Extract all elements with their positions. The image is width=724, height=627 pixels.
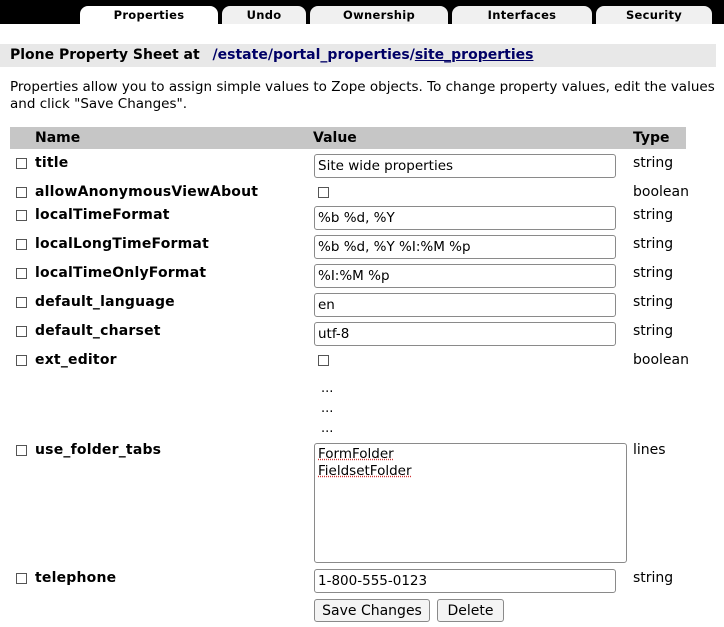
select-checkbox[interactable] (16, 445, 27, 456)
property-value-textarea[interactable]: FormFolder FieldsetFolder (314, 443, 627, 563)
property-type: string (633, 236, 674, 252)
property-type: string (633, 570, 674, 586)
property-name: title (35, 155, 69, 171)
property-value-input[interactable] (314, 235, 616, 259)
select-checkbox[interactable] (16, 210, 27, 221)
select-checkbox[interactable] (16, 297, 27, 308)
tab-bar: Properties Undo Ownership Interfaces Sec… (0, 0, 724, 24)
save-changes-button[interactable]: Save Changes (314, 599, 430, 622)
breadcrumb-site-properties[interactable]: site_properties (415, 47, 534, 63)
tab-ownership[interactable]: Ownership (310, 6, 448, 24)
select-checkbox[interactable] (16, 268, 27, 279)
delete-button[interactable]: Delete (437, 599, 504, 622)
property-name: localTimeOnlyFormat (35, 265, 207, 281)
property-type: string (633, 207, 674, 223)
ellipsis-text: ... (321, 401, 334, 416)
property-type: boolean (633, 184, 689, 200)
ellipsis-text: ... (321, 381, 334, 396)
breadcrumb: /estate/portal_properties/site_propertie… (213, 47, 534, 63)
property-type: string (633, 323, 674, 339)
tab-properties[interactable]: Properties (80, 6, 218, 24)
column-type-header: Type (633, 130, 670, 146)
select-checkbox[interactable] (16, 573, 27, 584)
property-name: localTimeFormat (35, 207, 170, 223)
property-name: allowAnonymousViewAbout (35, 184, 259, 200)
textarea-line: FieldsetFolder (318, 463, 412, 479)
property-name: default_charset (35, 323, 161, 339)
property-name: telephone (35, 570, 117, 586)
property-type: lines (633, 442, 666, 458)
page-title-text: Plone Property Sheet at (10, 47, 200, 63)
column-value-header: Value (313, 130, 357, 146)
table-header: Name Value Type (10, 127, 686, 149)
select-checkbox[interactable] (16, 187, 27, 198)
select-checkbox[interactable] (16, 326, 27, 337)
property-value-input[interactable] (314, 264, 616, 288)
select-checkbox[interactable] (16, 239, 27, 250)
property-value-checkbox[interactable] (318, 187, 329, 198)
tab-interfaces[interactable]: Interfaces (452, 6, 592, 24)
property-type: string (633, 294, 674, 310)
select-checkbox[interactable] (16, 355, 27, 366)
property-value-input[interactable] (314, 154, 616, 178)
property-value-checkbox[interactable] (318, 355, 329, 366)
property-name: default_language (35, 294, 175, 310)
property-value-input[interactable] (314, 293, 616, 317)
page-title: Plone Property Sheet at /estate/portal_p… (0, 44, 716, 67)
property-value-input[interactable] (314, 206, 616, 230)
intro-text: Properties allow you to assign simple va… (10, 79, 715, 112)
property-value-input[interactable] (314, 569, 616, 593)
property-name: localLongTimeFormat (35, 236, 209, 252)
property-name: use_folder_tabs (35, 442, 162, 458)
breadcrumb-estate[interactable]: estate (218, 47, 268, 63)
property-value-input[interactable] (314, 322, 616, 346)
property-type: string (633, 155, 674, 171)
ellipsis-text: ... (321, 421, 334, 436)
column-name-header: Name (35, 130, 81, 146)
property-type: boolean (633, 352, 689, 368)
textarea-line: FormFolder (318, 446, 394, 462)
breadcrumb-portal-properties[interactable]: portal_properties (273, 47, 410, 63)
property-name: ext_editor (35, 352, 117, 368)
property-type: string (633, 265, 674, 281)
tab-security[interactable]: Security (596, 6, 712, 24)
select-checkbox[interactable] (16, 158, 27, 169)
tab-undo[interactable]: Undo (222, 6, 306, 24)
